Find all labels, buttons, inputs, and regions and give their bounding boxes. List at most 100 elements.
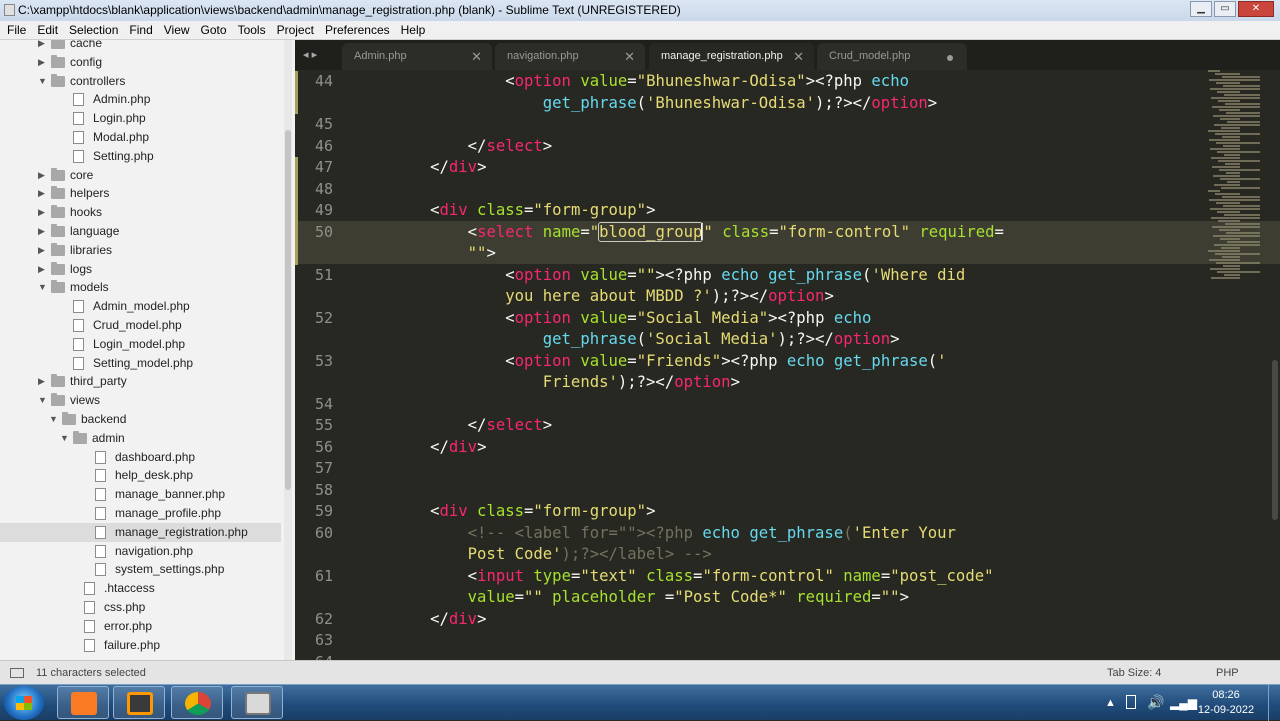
sidebar-folder[interactable]: ▶ helpers — [0, 184, 281, 203]
code-line[interactable]: <select name="blood_group" class="form-c… — [355, 221, 1004, 244]
sidebar-folder[interactable]: ▶ hooks — [0, 203, 281, 222]
sidebar-file[interactable]: failure.php — [0, 636, 281, 655]
chevron-right-icon[interactable]: ▶ — [38, 166, 45, 185]
chevron-right-icon[interactable]: ▶ — [38, 203, 45, 222]
sidebar-file[interactable]: .htaccess — [0, 579, 281, 598]
sidebar-folder[interactable]: ▶ language — [0, 222, 281, 241]
close-tab-icon[interactable]: ✕ — [624, 43, 635, 70]
sidebar-file[interactable]: Admin_model.php — [0, 297, 281, 316]
sidebar-folder[interactable]: ▶ config — [0, 53, 281, 72]
tab-navigation-php[interactable]: navigation.php ✕ — [495, 43, 645, 70]
code-line[interactable]: Post Code');?></label> --> — [355, 544, 712, 566]
code-line[interactable]: get_phrase('Social Media');?></option> — [355, 329, 900, 351]
status-syntax[interactable]: PHP — [1216, 661, 1239, 685]
sidebar-file[interactable]: error.php — [0, 617, 281, 636]
sidebar-file[interactable]: Crud_model.php — [0, 316, 281, 335]
code-line[interactable]: </div> — [355, 157, 486, 179]
close-tab-icon[interactable]: ✕ — [471, 43, 482, 70]
menu-selection[interactable]: Selection — [62, 21, 122, 39]
code-line[interactable]: <input type="text" class="form-control" … — [355, 566, 994, 588]
code-line[interactable]: <option value=""><?php echo get_phrase('… — [355, 265, 965, 287]
sidebar-folder[interactable]: ▼ models — [0, 278, 281, 297]
code-line[interactable]: value="" placeholder ="Post Code*" requi… — [355, 587, 909, 609]
code-line[interactable]: <div class="form-group"> — [355, 501, 655, 523]
sidebar-folder[interactable]: ▼ controllers — [0, 72, 281, 91]
sidebar-folder[interactable]: ▶ libraries — [0, 241, 281, 260]
minimap[interactable] — [1200, 70, 1270, 290]
chevron-right-icon[interactable]: ▶ — [38, 184, 45, 203]
menu-edit[interactable]: Edit — [30, 21, 62, 39]
chevron-down-icon[interactable]: ▼ — [49, 410, 58, 429]
chevron-right-icon[interactable]: ▶ — [38, 40, 45, 53]
code-line[interactable]: you here about MBDD ?');?></option> — [355, 286, 834, 308]
taskbar-xampp[interactable] — [57, 686, 109, 719]
menu-tools[interactable]: Tools — [231, 21, 270, 39]
sidebar-file[interactable]: Setting_model.php — [0, 354, 281, 373]
unsaved-dot-icon[interactable] — [947, 55, 953, 61]
network-icon[interactable]: ▂▄▆ — [1170, 696, 1197, 710]
sidebar-file[interactable]: Modal.php — [0, 128, 281, 147]
menu-file[interactable]: File — [0, 21, 30, 39]
start-button[interactable] — [4, 686, 44, 720]
tab-admin-php[interactable]: Admin.php ✕ — [342, 43, 492, 70]
sidebar-folder[interactable]: ▶ core — [0, 166, 281, 185]
chevron-down-icon[interactable]: ▼ — [38, 391, 47, 410]
sidebar-folder[interactable]: ▶ logs — [0, 260, 281, 279]
menu-help[interactable]: Help — [394, 21, 430, 39]
sidebar-file[interactable]: help_desk.php — [0, 466, 281, 485]
sidebar-file[interactable]: manage_banner.php — [0, 485, 281, 504]
sidebar-folder[interactable]: ▶ cache — [0, 40, 281, 53]
close-button[interactable]: ✕ — [1238, 1, 1274, 17]
code-line[interactable]: <option value="Social Media"><?php echo — [355, 308, 871, 330]
chevron-right-icon[interactable]: ▶ — [38, 372, 45, 391]
chevron-right-icon[interactable]: ▶ — [38, 222, 45, 241]
chevron-right-icon[interactable]: ▶ — [38, 260, 45, 279]
sidebar-folder[interactable]: ▼ backend — [0, 410, 281, 429]
sidebar-file[interactable]: system_settings.php — [0, 560, 281, 579]
code-line[interactable]: </div> — [355, 437, 486, 459]
sidebar-scrollbar[interactable] — [284, 40, 292, 660]
menu-goto[interactable]: Goto — [194, 21, 231, 39]
sidebar-folder[interactable]: ▼ admin — [0, 429, 281, 448]
sidebar-file[interactable]: Login_model.php — [0, 335, 281, 354]
code-line[interactable]: <option value="Bhuneshwar-Odisa"><?php e… — [355, 71, 909, 93]
sidebar-file[interactable]: Admin.php — [0, 90, 281, 109]
tab-crud_model-php[interactable]: Crud_model.php — [817, 43, 967, 70]
chevron-down-icon[interactable]: ▼ — [38, 72, 47, 91]
chevron-right-icon[interactable]: ▶ — [38, 53, 45, 72]
close-tab-icon[interactable]: ✕ — [793, 43, 804, 70]
sidebar-folder[interactable]: ▼ views — [0, 391, 281, 410]
code-line[interactable]: <div class="form-group"> — [355, 200, 655, 222]
sidebar-file[interactable]: navigation.php — [0, 542, 281, 561]
menu-project[interactable]: Project — [270, 21, 318, 39]
code-line[interactable]: </select> — [355, 415, 553, 437]
chevron-right-icon[interactable]: ▶ — [38, 241, 45, 260]
code-line[interactable]: <option value="Friends"><?php echo get_p… — [355, 351, 946, 373]
sidebar-file[interactable]: Setting.php — [0, 147, 281, 166]
code-line[interactable]: <!-- <label for=""><?php echo get_phrase… — [355, 523, 956, 545]
status-tab-size[interactable]: Tab Size: 4 — [1107, 661, 1161, 685]
tab-manage_registration-php[interactable]: manage_registration.php ✕ — [649, 43, 814, 70]
editor-scrollbar[interactable] — [1272, 360, 1278, 520]
show-desktop-button[interactable] — [1268, 685, 1280, 721]
volume-icon[interactable]: 🔊 — [1147, 694, 1164, 711]
sidebar-file[interactable]: css.php — [0, 598, 281, 617]
sidebar-folder[interactable]: ▶ third_party — [0, 372, 281, 391]
code-line[interactable]: get_phrase('Bhuneshwar-Odisa');?></optio… — [355, 93, 937, 115]
chevron-down-icon[interactable]: ▼ — [60, 429, 69, 448]
taskbar-sublime[interactable] — [113, 686, 165, 719]
tray-expand-icon[interactable]: ▲ — [1105, 697, 1116, 709]
maximize-button[interactable]: ▭ — [1214, 1, 1236, 17]
menu-view[interactable]: View — [157, 21, 194, 39]
code-editor[interactable]: 44 45 46 47 48 49 50 51 52 53 54 55 56 57 58 59 60 61 62 63… — [295, 70, 1280, 660]
code-line[interactable]: Friends');?></option> — [355, 372, 740, 394]
sidebar-file[interactable]: manage_registration.php — [0, 522, 281, 542]
sidebar-file[interactable]: dashboard.php — [0, 448, 281, 467]
code-line[interactable]: </select> — [355, 136, 553, 158]
tab-nav-arrows[interactable]: ◂ ▸ — [303, 48, 317, 61]
taskbar-clock[interactable]: 08:26 12-09-2022 — [1196, 688, 1256, 718]
code-line[interactable]: </div> — [355, 609, 486, 631]
sidebar-file[interactable]: manage_profile.php — [0, 504, 281, 523]
taskbar-explorer[interactable] — [231, 686, 283, 719]
usb-icon[interactable] — [1126, 695, 1136, 709]
